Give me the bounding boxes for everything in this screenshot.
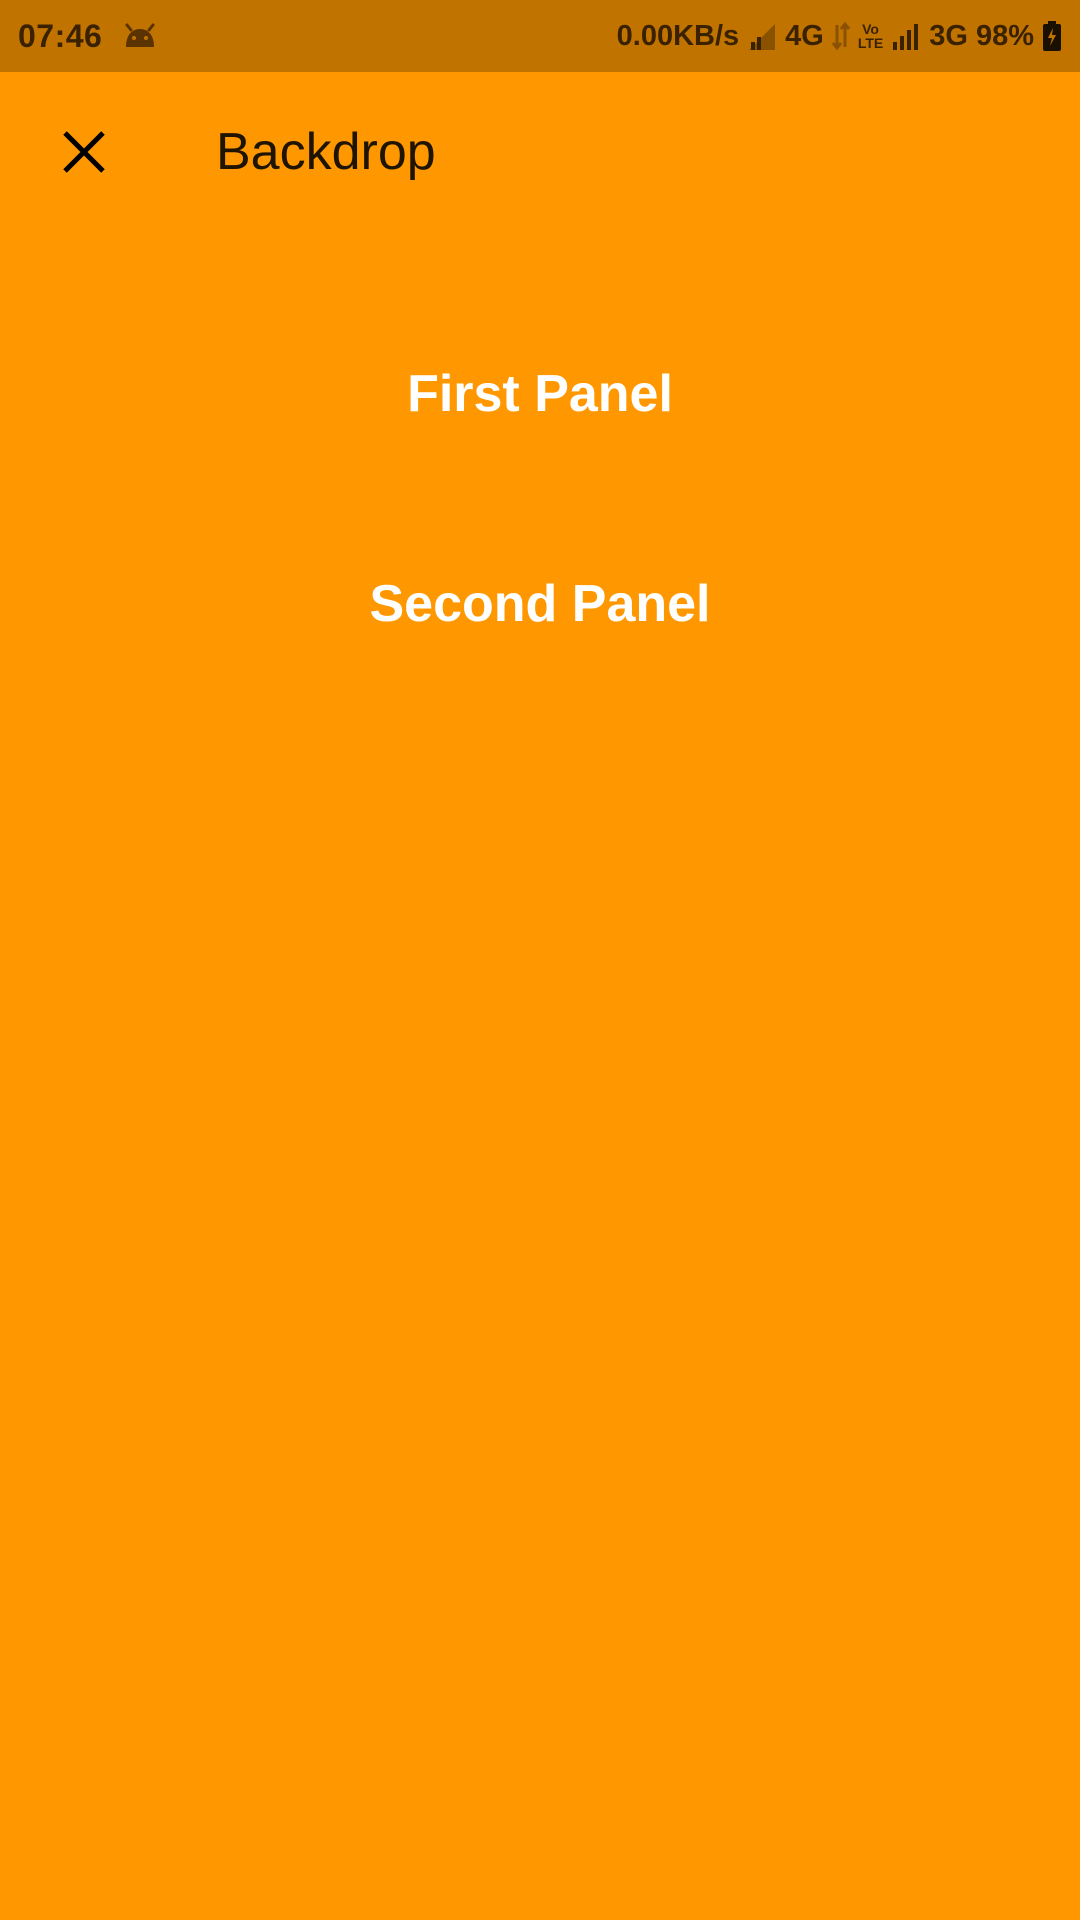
app-title: Backdrop — [216, 123, 436, 181]
network-type-3g: 3G — [929, 19, 968, 52]
battery-percent: 98% — [975, 19, 1034, 52]
close-icon — [63, 131, 105, 173]
close-button[interactable] — [44, 112, 124, 192]
net-speed: 0.00KB/s — [616, 19, 740, 52]
app-bar: Backdrop — [0, 72, 1080, 240]
signal-bars-icon — [891, 22, 921, 50]
network-type-4g: 4G — [785, 19, 824, 52]
android-debug-icon — [122, 22, 160, 50]
volte-bottom: LTE — [857, 35, 884, 51]
first-panel-item[interactable]: First Panel — [0, 364, 1080, 424]
battery-charging-icon — [1042, 21, 1062, 51]
status-time: 07:46 — [18, 17, 103, 54]
status-bar: 07:46 0.00KB/s 4G Vo LTE 3G 98% — [0, 0, 1080, 72]
volte-icon: Vo LTE — [858, 22, 883, 50]
signal-strength-icon — [747, 22, 777, 50]
second-panel-item[interactable]: Second Panel — [0, 574, 1080, 634]
data-transfer-icon — [831, 21, 850, 51]
status-right-group: 0.00KB/s 4G Vo LTE 3G 98% — [617, 20, 1062, 53]
